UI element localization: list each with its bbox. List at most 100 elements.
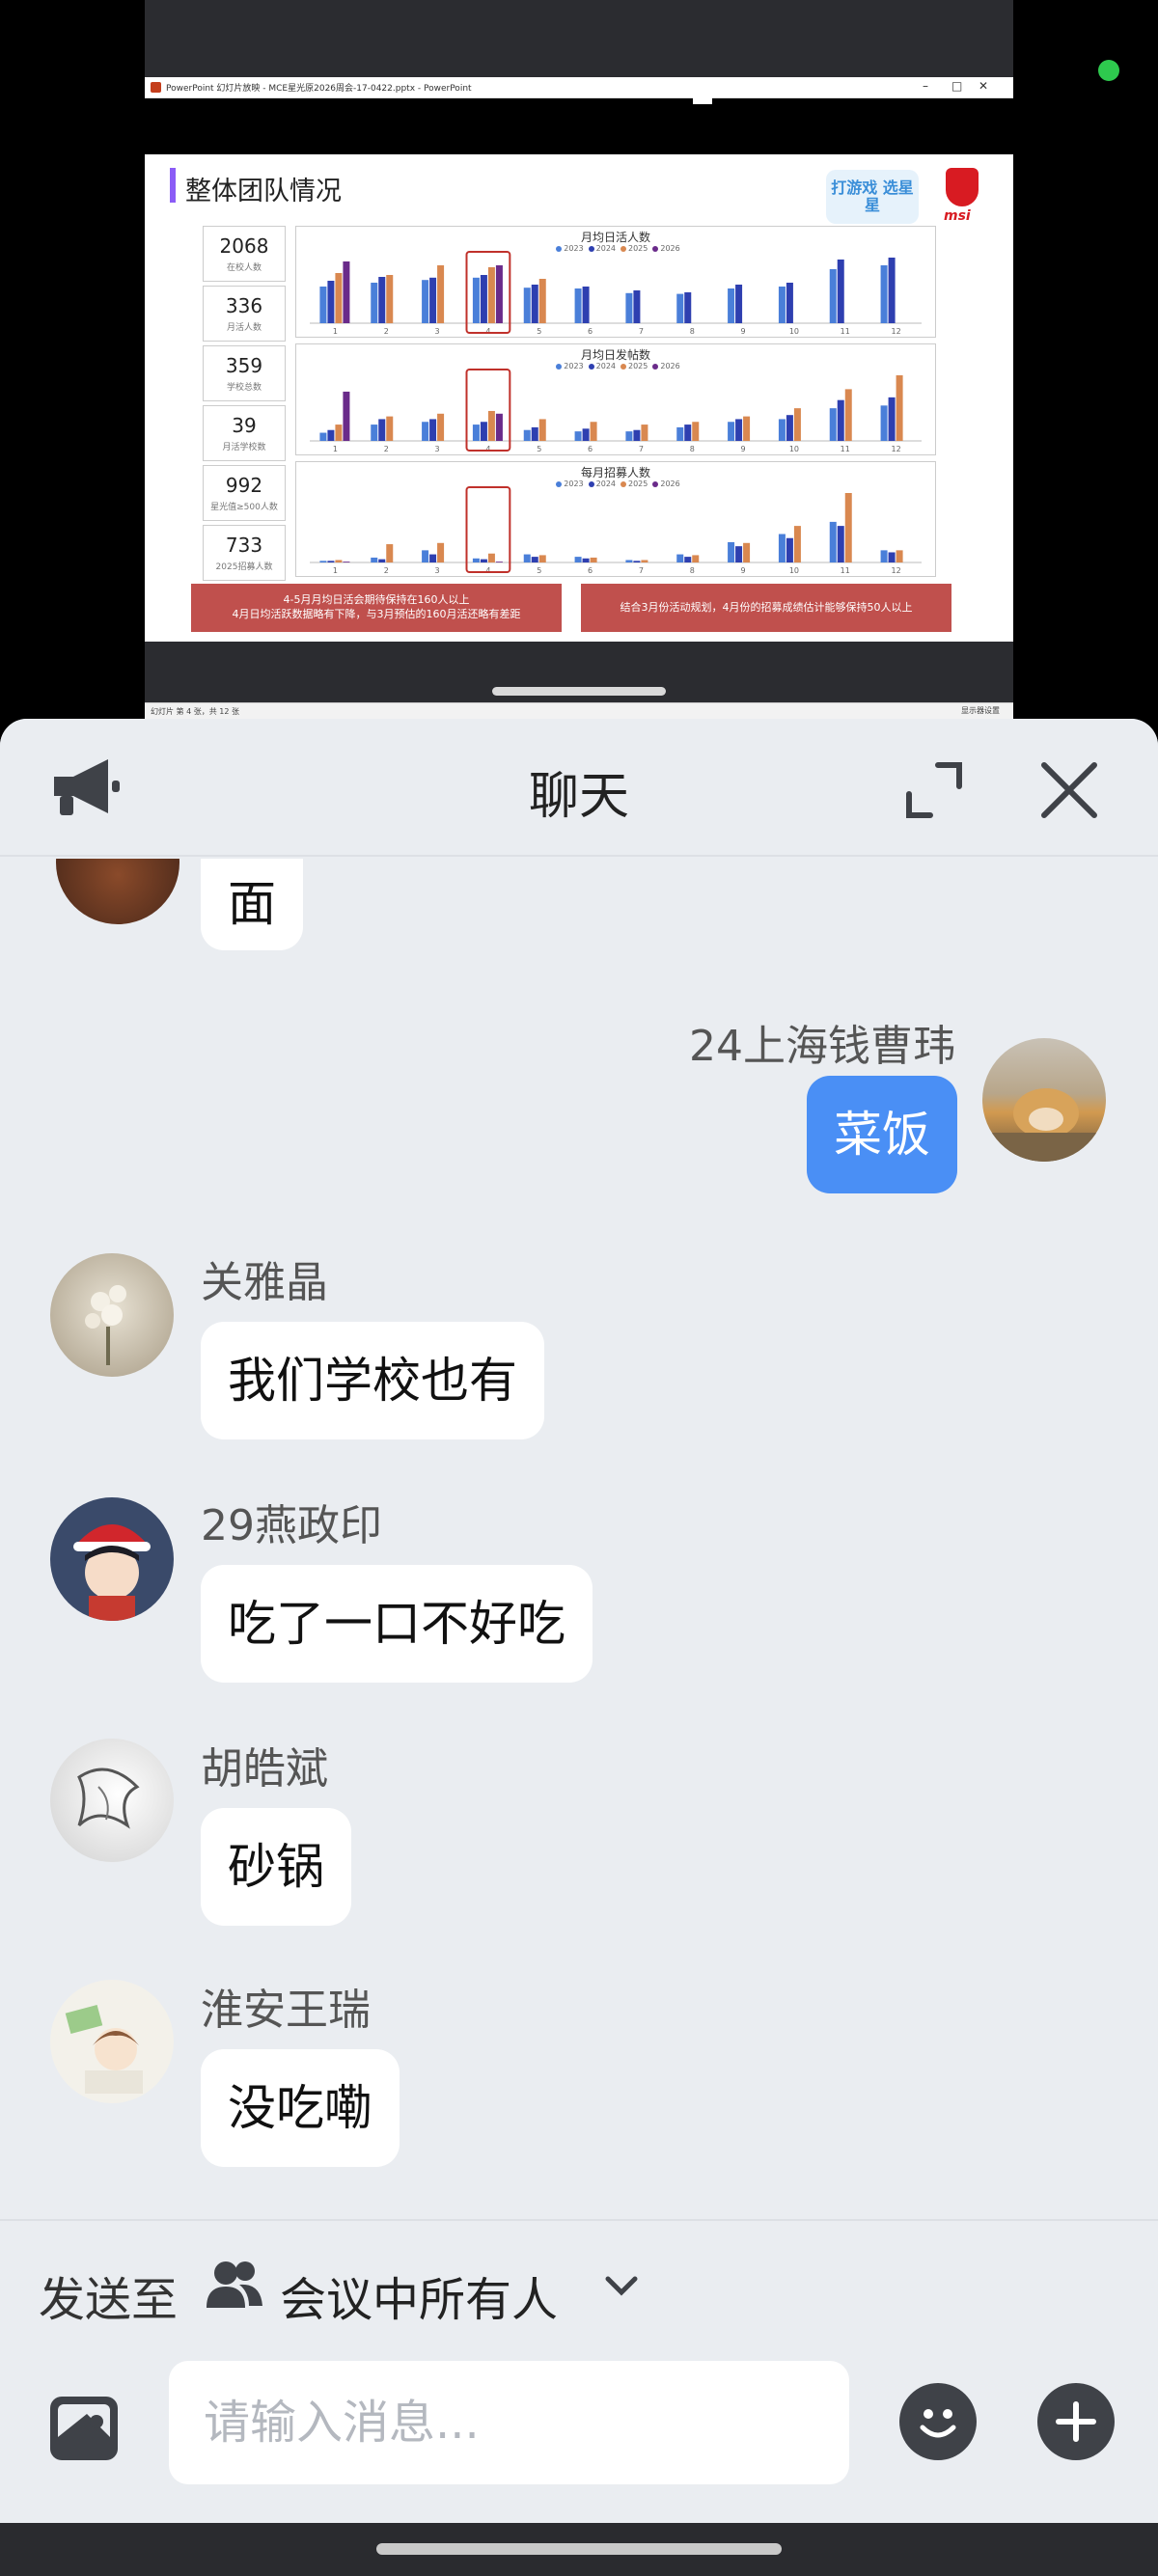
bar xyxy=(735,419,743,441)
message-bubble[interactable]: 没吃嘞 xyxy=(201,2049,400,2167)
message-list[interactable]: 面 24上海钱曹玮 菜饭 关雅晶 我们学校也有 29燕政印 吃了一口不好吃 胡皓… xyxy=(0,859,1158,2219)
x-tick-label: 12 xyxy=(891,566,900,575)
message-bubble-self[interactable]: 菜饭 xyxy=(807,1076,957,1193)
home-indicator[interactable] xyxy=(376,2543,782,2555)
sketch-avatar-icon xyxy=(77,1768,140,1829)
add-button[interactable] xyxy=(1037,2383,1115,2460)
bar xyxy=(495,413,503,441)
bar xyxy=(582,287,590,323)
message-bubble[interactable]: 砂锅 xyxy=(201,1808,351,1926)
message-bubble[interactable]: 面 xyxy=(201,859,303,950)
bar xyxy=(422,422,429,441)
bar xyxy=(641,560,648,562)
bar xyxy=(386,544,394,562)
close-icon[interactable] xyxy=(1038,759,1100,821)
chat-header: 聊天 xyxy=(0,719,1158,857)
send-to-recipient[interactable]: 会议中所有人 xyxy=(280,2261,558,2329)
x-tick-label: 3 xyxy=(435,445,440,453)
image-icon[interactable] xyxy=(48,2395,120,2462)
people-icon[interactable] xyxy=(205,2260,264,2310)
display-settings-label[interactable]: 显示器设置 xyxy=(961,705,1000,716)
message-bubble[interactable]: 我们学校也有 xyxy=(201,1322,544,1439)
x-tick-label: 8 xyxy=(690,566,695,575)
kpi-value: 2068 xyxy=(219,234,269,258)
kpi-label: 月活学校数 xyxy=(222,443,266,452)
cartoon-girl-avatar-icon xyxy=(65,2004,143,2094)
x-tick-label: 6 xyxy=(588,445,593,453)
emoji-button[interactable] xyxy=(899,2383,977,2460)
sharing-indicator-dot xyxy=(1098,60,1119,81)
bar xyxy=(422,550,429,562)
bar xyxy=(829,269,837,323)
bar xyxy=(590,422,597,441)
x-tick-label: 6 xyxy=(588,566,593,575)
slide-game-logo: 打游戏 选星星 xyxy=(826,170,919,224)
bar xyxy=(778,419,786,441)
chevron-down-icon[interactable] xyxy=(602,2273,641,2298)
x-tick-label: 6 xyxy=(588,327,593,336)
avatar[interactable] xyxy=(982,1038,1106,1162)
x-tick-label: 2 xyxy=(384,327,389,336)
chart-monthly-recruits: 每月招募人数 2023 2024 2025 2026 1 2 3 4 5 6 7 8 9 10 11 12 xyxy=(295,461,936,577)
santa-boy-avatar-icon xyxy=(73,1524,151,1621)
slide-title-accent-bar xyxy=(170,168,176,203)
message-input[interactable] xyxy=(169,2361,849,2484)
bar xyxy=(531,557,538,562)
bar xyxy=(538,279,546,323)
bar xyxy=(386,416,394,441)
x-tick-label: 9 xyxy=(741,327,746,336)
avatar[interactable] xyxy=(50,1497,174,1621)
bar xyxy=(743,416,751,441)
x-tick-label: 10 xyxy=(789,566,799,575)
bar xyxy=(793,408,801,441)
avatar[interactable] xyxy=(56,859,179,924)
share-panel-drag-handle[interactable] xyxy=(492,687,666,696)
bar xyxy=(327,429,335,441)
x-tick-label: 8 xyxy=(690,327,695,336)
bar xyxy=(371,557,378,562)
x-tick-label: 1 xyxy=(333,445,338,453)
bar xyxy=(625,560,633,562)
x-tick-label: 7 xyxy=(639,327,644,336)
sender-name: 淮安王瑞 xyxy=(201,1986,371,2035)
slide-counter: 幻灯片 第 4 张，共 12 张 xyxy=(151,707,239,716)
x-tick-label: 10 xyxy=(789,445,799,453)
system-nav-bar xyxy=(0,2523,1158,2576)
window-restore-button[interactable]: □ xyxy=(951,79,962,93)
ppt-titlebar: PowerPoint 幻灯片放映 - MCE星光原2026周会-17-0422.… xyxy=(145,77,1013,98)
bar xyxy=(896,550,903,562)
avatar[interactable] xyxy=(50,1739,174,1862)
bar xyxy=(574,288,582,323)
bar xyxy=(429,419,437,441)
slide-summary-box-right: 结合3月份活动规划，4月份的招募成绩估计能够保持50人以上 xyxy=(581,584,951,632)
kpi-label: 2025招募人数 xyxy=(215,562,273,572)
bar xyxy=(386,275,394,323)
chat-panel: 聊天 面 24上海钱曹玮 菜饭 关雅晶 我们学校也有 29燕政印 吃了一口不好吃… xyxy=(0,719,1158,2523)
x-tick-label: 12 xyxy=(891,327,900,336)
avatar[interactable] xyxy=(50,1253,174,1377)
bar xyxy=(343,261,350,323)
bar xyxy=(625,431,633,441)
x-tick-label: 7 xyxy=(639,445,644,453)
window-close-button[interactable]: ✕ xyxy=(979,79,988,93)
bar xyxy=(590,557,597,562)
bar xyxy=(472,277,480,323)
bar xyxy=(728,541,735,562)
presentation-slide: 整体团队情况 打游戏 选星星 msi 2068 在校人数 336 月活人数 35… xyxy=(145,154,1013,642)
kpi-card: 336 月活人数 xyxy=(203,286,286,342)
sender-name: 胡皓斌 xyxy=(201,1744,328,1794)
x-tick-label: 3 xyxy=(435,327,440,336)
message-bubble[interactable]: 吃了一口不好吃 xyxy=(201,1565,593,1683)
bar xyxy=(538,419,546,441)
bar xyxy=(378,277,386,323)
x-tick-label: 7 xyxy=(639,566,644,575)
x-tick-label: 8 xyxy=(690,445,695,453)
expand-icon[interactable] xyxy=(903,759,965,821)
window-minimize-button[interactable]: – xyxy=(923,79,928,93)
bar xyxy=(880,265,888,323)
mouse-cursor xyxy=(693,96,712,104)
bar xyxy=(633,561,641,562)
bar xyxy=(371,425,378,441)
avatar[interactable] xyxy=(50,1980,174,2103)
smile-icon xyxy=(920,2409,956,2438)
